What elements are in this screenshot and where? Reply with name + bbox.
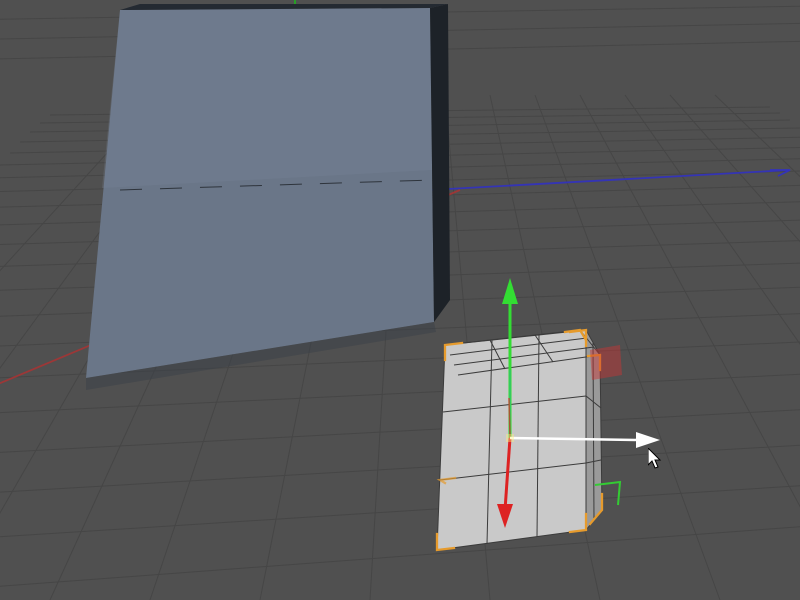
gizmo-plane-xz[interactable]	[590, 345, 622, 380]
gizmo-origin[interactable]	[506, 434, 514, 442]
object-cube-large[interactable]	[86, 4, 450, 390]
viewport-3d[interactable]	[0, 0, 800, 600]
